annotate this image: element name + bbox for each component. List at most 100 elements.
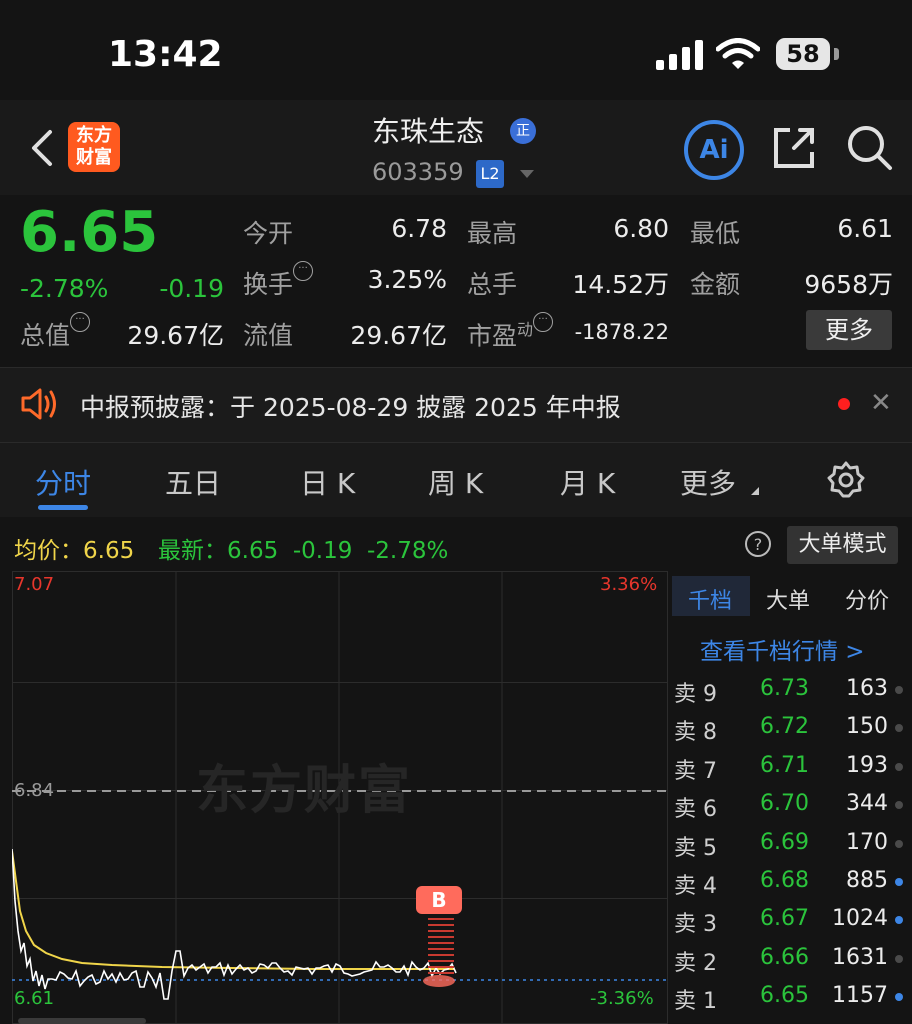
ask-level-label: 卖 8 bbox=[674, 720, 717, 746]
status-time: 13:42 bbox=[108, 34, 223, 75]
name-badge: 正 bbox=[510, 118, 536, 144]
y-axis-mid: 6.84 bbox=[14, 780, 55, 801]
y-axis-top: 7.07 bbox=[14, 574, 55, 595]
pe-label-text: 市盈 bbox=[467, 321, 518, 351]
amount-label: 金额 bbox=[690, 270, 741, 299]
tab-weekly-k[interactable]: 周 K bbox=[428, 462, 483, 502]
unread-dot bbox=[838, 398, 850, 410]
book-tab-big-order[interactable]: 大单 bbox=[766, 583, 810, 615]
ask-volume: 885 bbox=[846, 868, 888, 893]
order-book-row[interactable]: 卖 5 6.69 170 bbox=[672, 830, 908, 868]
float-label: 流值 bbox=[243, 321, 294, 350]
ask-level-label: 卖 5 bbox=[674, 835, 717, 861]
market-cap-label[interactable]: 总值··· bbox=[20, 312, 91, 352]
tab-five-day[interactable]: 五日 bbox=[165, 462, 221, 502]
order-book-row[interactable]: 卖 9 6.73 163 bbox=[672, 676, 908, 714]
buy-marker[interactable]: B bbox=[416, 886, 462, 914]
latest-change-pct: -2.78% bbox=[366, 538, 449, 564]
ask-level-label: 卖 9 bbox=[674, 682, 717, 707]
tab-more[interactable]: 更多 bbox=[680, 462, 736, 502]
ask-volume: 344 bbox=[846, 791, 888, 817]
tab-monthly-k[interactable]: 月 K bbox=[560, 462, 615, 502]
big-order-mode-button[interactable]: 大单模式 bbox=[787, 526, 898, 564]
y-axis-bottom: 6.61 bbox=[14, 988, 55, 1009]
latest-change: -0.19 bbox=[292, 538, 353, 564]
chart-scrollbar[interactable] bbox=[18, 1018, 146, 1024]
avg-value: 6.65 bbox=[83, 538, 135, 564]
amount-value: 9658万 bbox=[804, 270, 893, 299]
market-cap-value: 29.67亿 bbox=[127, 321, 224, 350]
avg-label: 均价： bbox=[14, 538, 83, 564]
volume-value: 14.52万 bbox=[572, 270, 669, 299]
turnover-label[interactable]: 换手··· bbox=[243, 261, 314, 301]
info-icon[interactable]: ··· bbox=[293, 261, 314, 281]
order-dot bbox=[895, 878, 903, 886]
ask-level-label: 卖 2 bbox=[674, 950, 717, 976]
ask-price: 6.70 bbox=[760, 791, 809, 817]
low-value: 6.61 bbox=[837, 214, 893, 243]
float-value: 29.67亿 bbox=[350, 321, 447, 350]
ai-button[interactable]: Ai bbox=[684, 120, 744, 180]
tab-intraday[interactable]: 分时 bbox=[35, 462, 91, 502]
ask-volume: 163 bbox=[846, 676, 888, 701]
search-icon[interactable] bbox=[844, 122, 894, 172]
ask-volume: 1631 bbox=[832, 944, 888, 970]
order-dot bbox=[895, 686, 903, 694]
speaker-icon bbox=[21, 388, 56, 420]
change-value: -0.19 bbox=[159, 274, 224, 303]
order-book-row[interactable]: 卖 6 6.70 344 bbox=[672, 791, 908, 829]
stock-name[interactable]: 东珠生态 bbox=[372, 110, 484, 150]
order-dot bbox=[895, 724, 903, 733]
open-label: 今开 bbox=[243, 219, 294, 248]
latest-value: 6.65 bbox=[227, 538, 279, 564]
ask-price: 6.65 bbox=[760, 983, 809, 1009]
volume-label: 总手 bbox=[467, 270, 518, 299]
app-logo[interactable]: 东方 财富 bbox=[68, 122, 120, 172]
order-dot bbox=[895, 916, 903, 925]
ask-volume: 150 bbox=[846, 714, 888, 740]
ask-price: 6.68 bbox=[760, 868, 809, 893]
marker-anchor bbox=[423, 975, 455, 987]
ask-volume: 1157 bbox=[832, 983, 888, 1009]
order-book-row[interactable]: 卖 1 6.65 1157 bbox=[672, 983, 908, 1021]
ask-level-label: 卖 7 bbox=[674, 758, 717, 784]
ask-level-label: 卖 3 bbox=[674, 912, 717, 938]
gear-icon[interactable] bbox=[826, 460, 866, 500]
ask-price: 6.72 bbox=[760, 714, 809, 740]
ask-price: 6.73 bbox=[760, 676, 809, 701]
more-quote-button[interactable]: 更多 bbox=[806, 310, 892, 350]
level-badge[interactable]: L2 bbox=[476, 160, 504, 188]
info-icon[interactable]: ··· bbox=[70, 312, 91, 332]
order-book-row[interactable]: 卖 8 6.72 150 bbox=[672, 714, 908, 752]
close-icon[interactable]: ✕ bbox=[870, 388, 892, 418]
high-value: 6.80 bbox=[613, 214, 669, 243]
notice-text[interactable]: 中报预披露：于 2025-08-29 披露 2025 年中报 bbox=[80, 388, 621, 424]
pe-label[interactable]: 市盈动··· bbox=[467, 312, 554, 352]
info-icon[interactable]: ··· bbox=[533, 312, 554, 332]
low-label: 最低 bbox=[690, 219, 741, 248]
order-book-row[interactable]: 卖 4 6.68 885 bbox=[672, 868, 908, 906]
battery-indicator: 58 bbox=[776, 38, 830, 70]
book-tab-price-split[interactable]: 分价 bbox=[845, 583, 889, 615]
tab-daily-k[interactable]: 日 K bbox=[300, 462, 355, 502]
logo-line1: 东方 bbox=[76, 125, 112, 146]
back-icon[interactable] bbox=[28, 128, 56, 168]
pe-value: -1878.22 bbox=[574, 320, 669, 344]
order-book-row[interactable]: 卖 7 6.71 193 bbox=[672, 753, 908, 791]
book-tab-depth[interactable]: 千档 bbox=[688, 583, 732, 615]
pct-axis-top: 3.36% bbox=[600, 574, 658, 595]
share-icon[interactable] bbox=[770, 124, 818, 172]
turnover-label-text: 换手 bbox=[243, 270, 294, 299]
order-book-row[interactable]: 卖 2 6.66 1631 bbox=[672, 945, 908, 983]
tab-active-indicator bbox=[38, 505, 88, 510]
stock-code[interactable]: 603359 bbox=[372, 158, 464, 186]
latest-price: 最新：6.65 -0.19 -2.78% bbox=[158, 531, 448, 565]
ask-price: 6.67 bbox=[760, 906, 809, 932]
caret-down-icon[interactable] bbox=[518, 168, 536, 180]
pe-suffix: 动 bbox=[517, 320, 534, 339]
help-icon[interactable]: ? bbox=[744, 530, 772, 558]
view-depth-link[interactable]: 查看千档行情 > bbox=[700, 632, 865, 666]
order-book-row[interactable]: 卖 3 6.67 1024 bbox=[672, 906, 908, 944]
avg-price: 均价：6.65 bbox=[14, 531, 134, 565]
signal-icon bbox=[656, 40, 703, 70]
